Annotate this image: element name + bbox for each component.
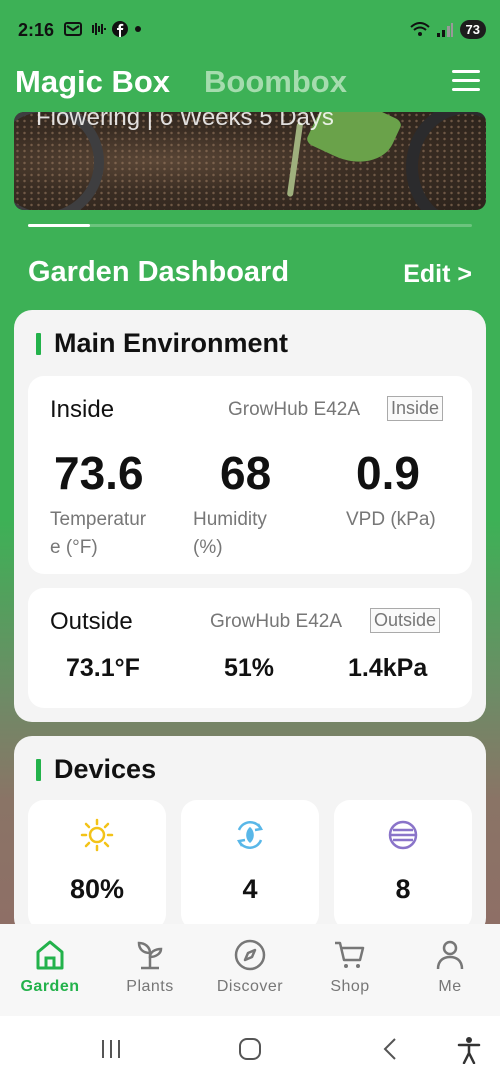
device-tile-fan[interactable]: 8 bbox=[334, 800, 472, 930]
inside-vpd-value: 0.9 bbox=[356, 447, 420, 499]
recycle-leaf-icon bbox=[236, 821, 264, 849]
status-bar: 2:16 73 bbox=[0, 0, 500, 60]
section-header: Devices bbox=[36, 754, 156, 785]
device-value: 80% bbox=[69, 874, 125, 904]
outside-temperature-value: 73.1°F bbox=[66, 654, 140, 682]
inside-sensor-panel[interactable]: Inside GrowHub E42A Inside 73.6 Temperat… bbox=[28, 376, 472, 574]
section-title: Main Environment bbox=[54, 328, 289, 358]
signal-icon bbox=[436, 22, 453, 37]
nav-garden[interactable]: Garden bbox=[0, 938, 100, 996]
outside-humidity-value: 51% bbox=[224, 654, 275, 682]
device-tile-circulation[interactable]: 4 bbox=[181, 800, 319, 930]
tab-boombox[interactable]: Boombox bbox=[204, 64, 347, 100]
sprout-icon bbox=[137, 941, 163, 970]
notification-icons bbox=[64, 21, 142, 37]
humidity-label: Humidity (%) bbox=[193, 509, 267, 558]
devices-card: Devices 80% 4 8 bbox=[14, 736, 486, 936]
inside-label: Inside bbox=[50, 396, 115, 423]
device-value: 8 bbox=[395, 874, 411, 904]
temperature-label: Temperatur e (°F) bbox=[50, 509, 147, 558]
carousel-progress-track bbox=[28, 224, 472, 227]
system-status: 73 bbox=[409, 20, 486, 39]
dot-icon bbox=[135, 26, 141, 32]
vpd-label: VPD (kPa) bbox=[346, 509, 436, 530]
inside-humidity-value: 68 bbox=[220, 447, 272, 499]
nav-plants[interactable]: Plants bbox=[100, 938, 200, 996]
hub-name: GrowHub E42A bbox=[228, 399, 361, 420]
inside-temperature-value: 73.6 bbox=[54, 447, 144, 499]
page-title: Garden Dashboard bbox=[28, 256, 290, 288]
home-button-icon[interactable] bbox=[237, 1036, 263, 1062]
menu-icon[interactable] bbox=[452, 70, 480, 92]
fan-icon bbox=[388, 820, 418, 850]
device-value: 4 bbox=[242, 874, 258, 904]
system-navigation-bar bbox=[0, 1016, 500, 1083]
carousel-progress-fill bbox=[28, 224, 91, 227]
voicemail-icon bbox=[92, 23, 106, 35]
nav-label: Me bbox=[438, 978, 462, 995]
section-title: Devices bbox=[54, 754, 157, 784]
nav-label: Shop bbox=[330, 978, 370, 995]
compass-icon bbox=[234, 939, 266, 971]
outside-sensor-panel[interactable]: Outside GrowHub E42A Outside 73.1°F 51% … bbox=[28, 588, 472, 708]
nav-label: Garden bbox=[20, 978, 80, 995]
outside-label: Outside bbox=[50, 608, 133, 635]
sun-icon bbox=[80, 818, 114, 852]
nav-shop[interactable]: Shop bbox=[300, 938, 400, 996]
location-tag: Outside bbox=[370, 608, 441, 633]
growth-stage-caption: Flowering | 6 Weeks 5 Days bbox=[36, 112, 334, 131]
nav-label: Discover bbox=[216, 978, 284, 995]
device-tile-light[interactable]: 80% bbox=[28, 800, 166, 930]
gmail-icon bbox=[64, 22, 82, 36]
battery-icon: 73 bbox=[459, 20, 486, 39]
plant-photo-banner[interactable]: Flowering | 6 Weeks 5 Days bbox=[14, 112, 486, 210]
main-environment-card[interactable]: Main Environment Inside GrowHub E42A Ins… bbox=[14, 310, 486, 722]
nav-label: Plants bbox=[126, 978, 174, 995]
section-header: Main Environment bbox=[36, 328, 288, 359]
cart-icon bbox=[335, 941, 365, 968]
person-icon bbox=[436, 940, 464, 970]
back-icon[interactable] bbox=[378, 1036, 404, 1062]
nav-me[interactable]: Me bbox=[400, 938, 500, 996]
outside-vpd-value: 1.4kPa bbox=[348, 654, 428, 682]
recent-apps-icon[interactable] bbox=[98, 1036, 124, 1062]
wifi-icon bbox=[409, 21, 430, 36]
location-tag: Inside bbox=[387, 396, 444, 421]
app-header: Magic Box Boombox bbox=[0, 62, 500, 106]
status-time: 2:16 bbox=[18, 20, 55, 40]
accessibility-icon[interactable] bbox=[456, 1036, 482, 1064]
bottom-navigation: Garden Plants Discover Shop Me bbox=[0, 924, 500, 1016]
tab-magic-box[interactable]: Magic Box bbox=[15, 64, 170, 100]
hub-name: GrowHub E42A bbox=[210, 611, 343, 632]
facebook-icon bbox=[112, 21, 128, 37]
home-icon bbox=[36, 940, 64, 970]
nav-discover[interactable]: Discover bbox=[200, 938, 300, 996]
edit-button[interactable]: Edit > bbox=[403, 260, 472, 289]
